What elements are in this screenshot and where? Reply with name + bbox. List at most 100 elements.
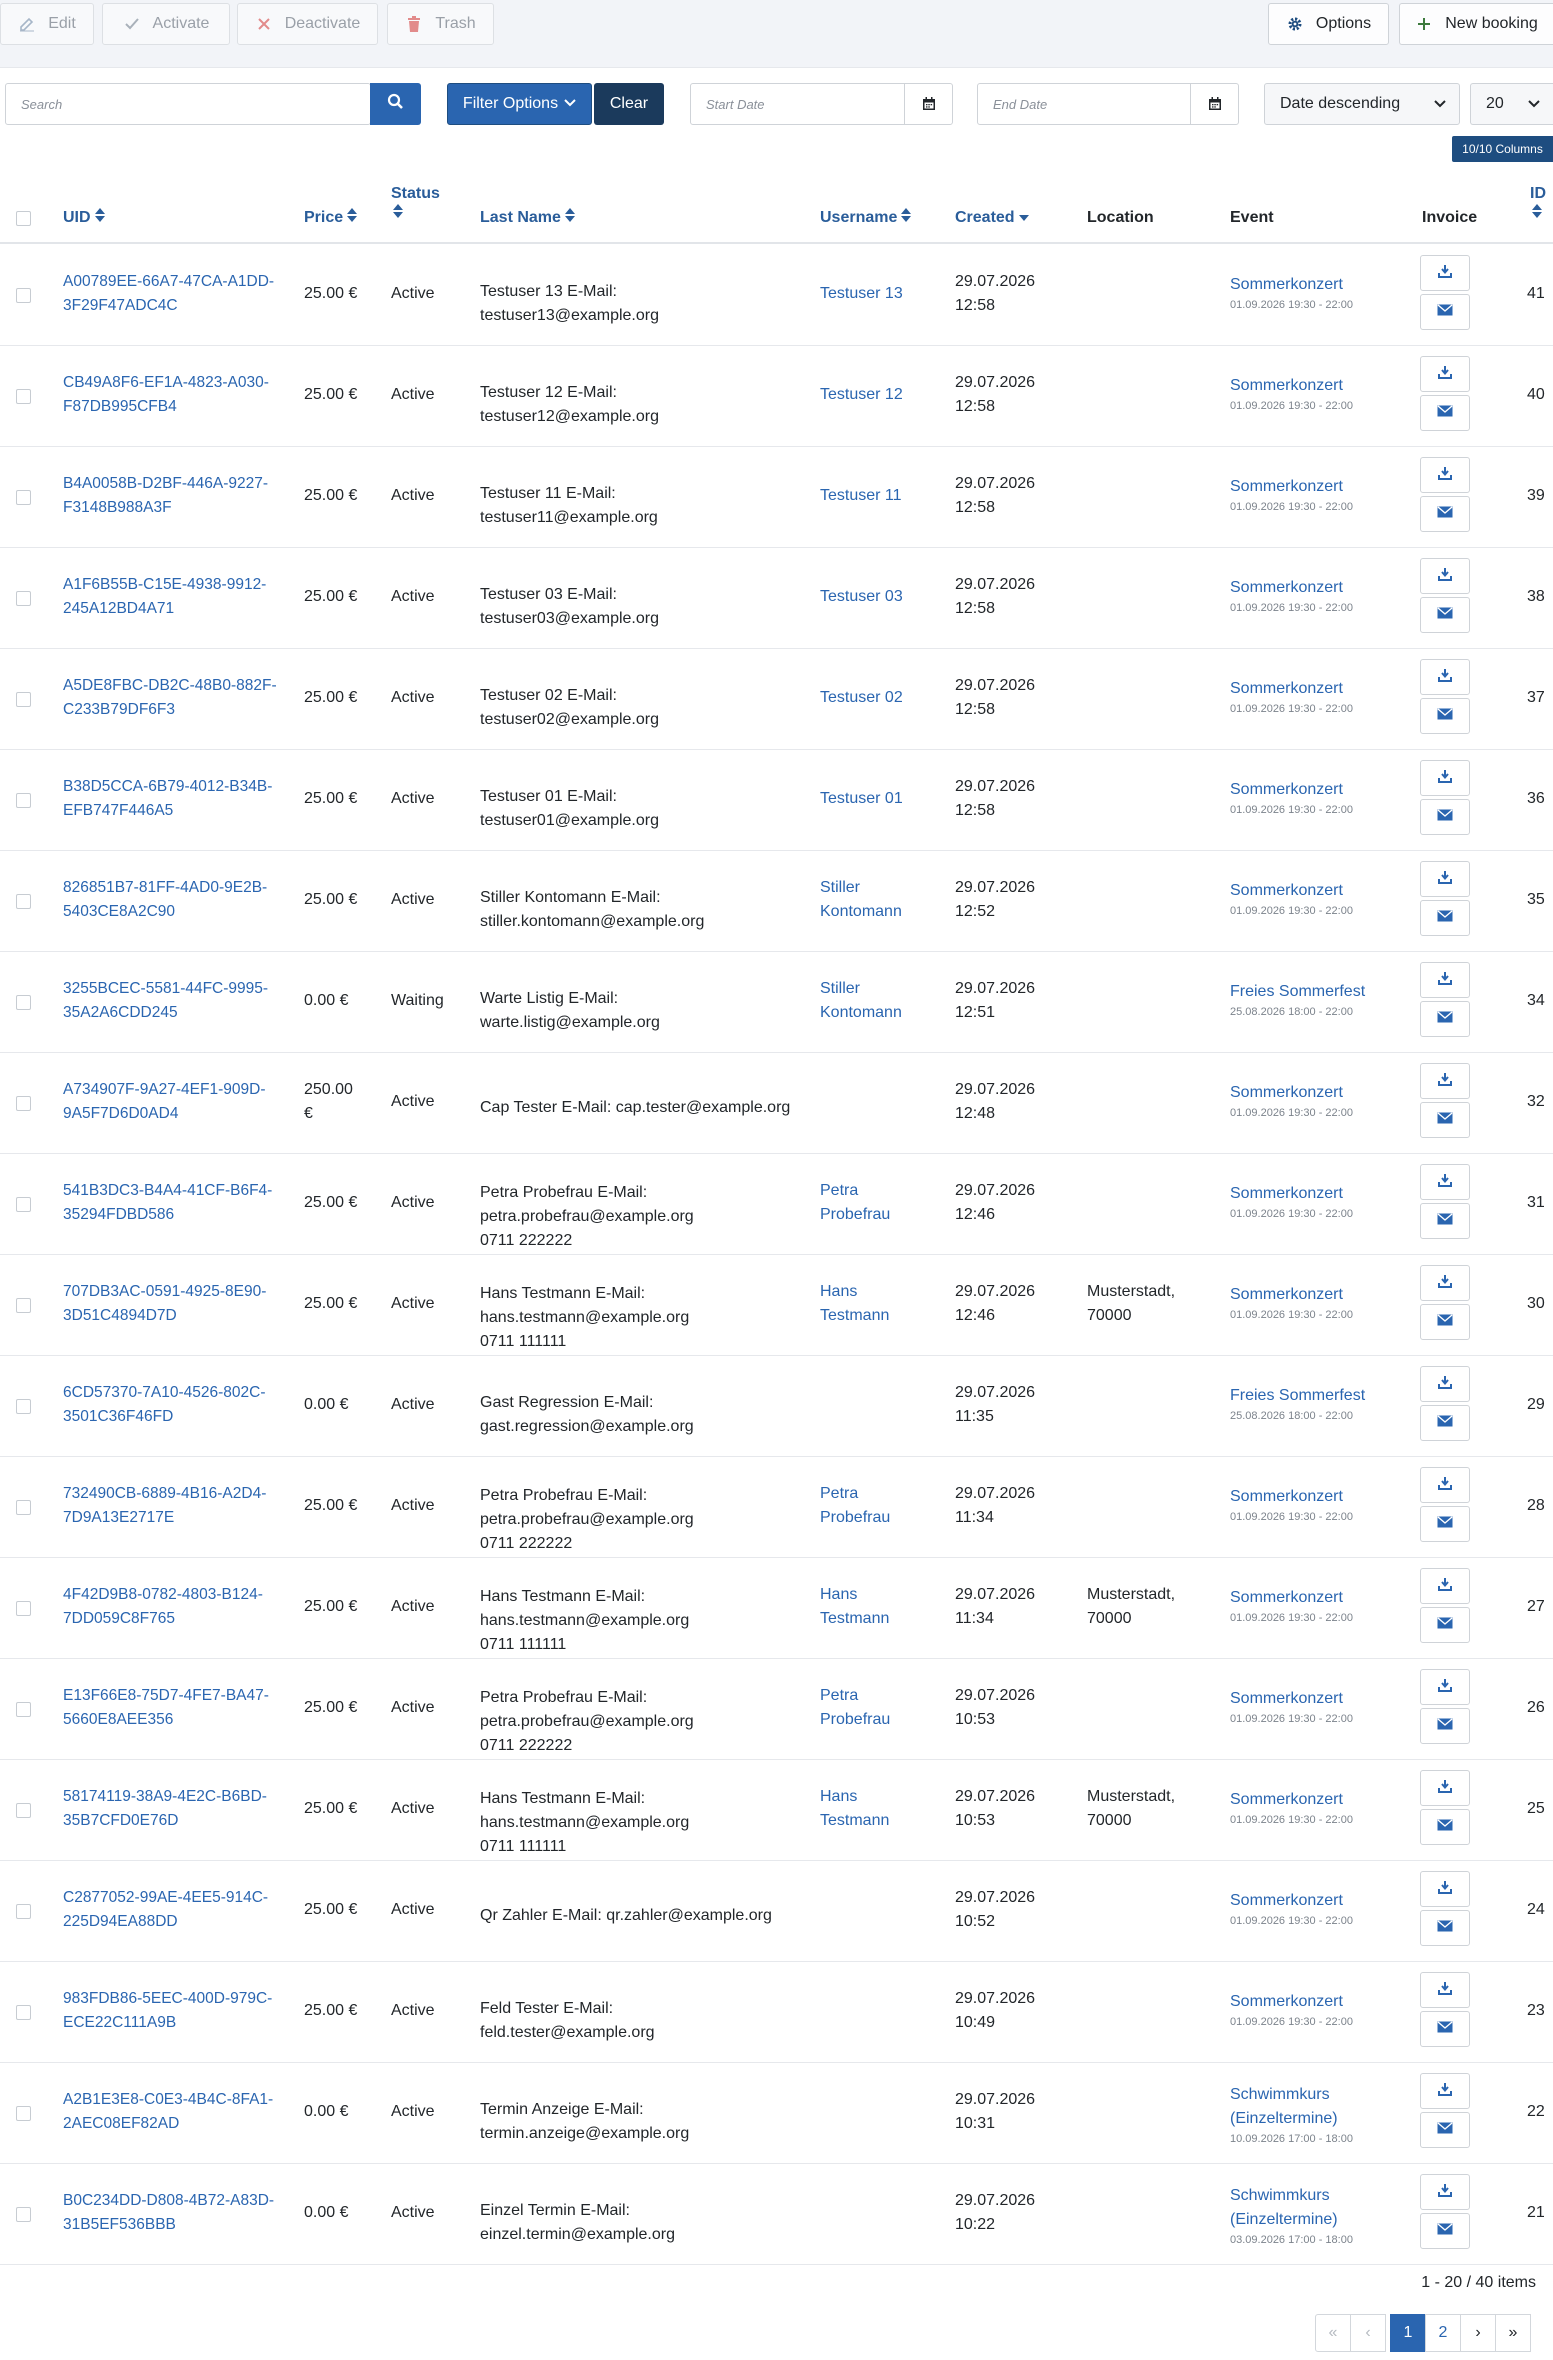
uid-link[interactable]: A734907F-9A27-4EF1-909D- 9A5F7D6D0AD4	[63, 1078, 265, 1126]
event-link[interactable]: Schwimmkurs	[1230, 2083, 1353, 2107]
uid-link[interactable]: 732490CB-6889-4B16-A2D4- 7D9A13E2717E	[63, 1482, 266, 1530]
col-created[interactable]: Created	[955, 208, 1029, 228]
invoice-email-button[interactable]	[1420, 799, 1470, 835]
uid-link[interactable]: 541B3DC3-B4A4-41CF-B6F4- 35294FDBD586	[63, 1179, 272, 1227]
limit-select[interactable]: 20	[1470, 83, 1553, 125]
event-link[interactable]: Schwimmkurs	[1230, 2184, 1353, 2208]
event-link[interactable]: Sommerkonzert	[1230, 677, 1353, 701]
row-checkbox[interactable]	[16, 1298, 31, 1313]
invoice-download-button[interactable]	[1420, 1669, 1470, 1705]
row-checkbox[interactable]	[16, 288, 31, 303]
invoice-download-button[interactable]	[1420, 1366, 1470, 1402]
row-checkbox[interactable]	[16, 1904, 31, 1919]
invoice-download-button[interactable]	[1420, 1265, 1470, 1301]
uid-link[interactable]: E13F66E8-75D7-4FE7-BA47- 5660E8AEE356	[63, 1684, 269, 1732]
invoice-email-button[interactable]	[1420, 1001, 1470, 1037]
invoice-download-button[interactable]	[1420, 659, 1470, 695]
invoice-email-button[interactable]	[1420, 1708, 1470, 1744]
sort-select[interactable]: Date descending	[1264, 83, 1460, 125]
invoice-download-button[interactable]	[1420, 1568, 1470, 1604]
trash-button[interactable]: Trash	[387, 3, 494, 45]
event-link[interactable]: Sommerkonzert	[1230, 1990, 1353, 2014]
edit-button[interactable]: Edit	[0, 3, 94, 45]
activate-button[interactable]: Activate	[102, 3, 230, 45]
row-checkbox[interactable]	[16, 793, 31, 808]
invoice-download-button[interactable]	[1420, 457, 1470, 493]
col-username[interactable]: Username	[820, 208, 912, 228]
col-last-name[interactable]: Last Name	[480, 208, 575, 228]
uid-link[interactable]: C2877052-99AE-4EE5-914C- 225D94EA88DD	[63, 1886, 268, 1934]
username-link[interactable]: Stiller Kontomann	[820, 876, 902, 924]
username-link[interactable]: Petra Probefrau	[820, 1482, 890, 1530]
row-checkbox[interactable]	[16, 490, 31, 505]
uid-link[interactable]: A5DE8FBC-DB2C-48B0-882F- C233B79DF6F3	[63, 674, 277, 722]
username-link[interactable]: Hans Testmann	[820, 1583, 889, 1631]
event-link[interactable]: Sommerkonzert	[1230, 1788, 1353, 1812]
invoice-download-button[interactable]	[1420, 1164, 1470, 1200]
invoice-download-button[interactable]	[1420, 558, 1470, 594]
username-link[interactable]: Testuser 12	[820, 383, 903, 407]
uid-link[interactable]: B0C234DD-D808-4B72-A83D- 31B5EF536BBB	[63, 2189, 274, 2237]
pager-prev-button[interactable]: ‹	[1350, 2314, 1386, 2352]
event-link[interactable]: Sommerkonzert	[1230, 475, 1353, 499]
col-id[interactable]: ID	[1530, 184, 1550, 224]
invoice-email-button[interactable]	[1420, 900, 1470, 936]
row-checkbox[interactable]	[16, 1702, 31, 1717]
invoice-email-button[interactable]	[1420, 597, 1470, 633]
username-link[interactable]: Testuser 03	[820, 585, 903, 609]
event-link[interactable]: Sommerkonzert	[1230, 1283, 1353, 1307]
event-link[interactable]: Freies Sommerfest	[1230, 1384, 1365, 1408]
invoice-email-button[interactable]	[1420, 1607, 1470, 1643]
end-date-field[interactable]: End Date	[977, 83, 1239, 125]
row-checkbox[interactable]	[16, 1399, 31, 1414]
invoice-email-button[interactable]	[1420, 1102, 1470, 1138]
options-button[interactable]: Options	[1268, 3, 1389, 45]
row-checkbox[interactable]	[16, 1803, 31, 1818]
row-checkbox[interactable]	[16, 1500, 31, 1515]
event-link[interactable]: Sommerkonzert	[1230, 1889, 1353, 1913]
event-link[interactable]: Sommerkonzert	[1230, 374, 1353, 398]
invoice-download-button[interactable]	[1420, 1467, 1470, 1503]
uid-link[interactable]: B4A0058B-D2BF-446A-9227- F3148B988A3F	[63, 472, 268, 520]
clear-button[interactable]: Clear	[594, 83, 664, 125]
row-checkbox[interactable]	[16, 995, 31, 1010]
uid-link[interactable]: 707DB3AC-0591-4925-8E90- 3D51C4894D7D	[63, 1280, 266, 1328]
col-price[interactable]: Price	[304, 208, 358, 228]
uid-link[interactable]: 4F42D9B8-0782-4803-B124- 7DD059C8F765	[63, 1583, 263, 1631]
col-status[interactable]: Status	[391, 184, 451, 224]
username-link[interactable]: Testuser 01	[820, 787, 903, 811]
invoice-email-button[interactable]	[1420, 294, 1470, 330]
username-link[interactable]: Hans Testmann	[820, 1280, 889, 1328]
event-link[interactable]: Sommerkonzert	[1230, 1687, 1353, 1711]
pager-next-button[interactable]: ›	[1460, 2314, 1496, 2352]
event-link-line-2[interactable]: (Einzeltermine)	[1230, 2107, 1353, 2131]
row-checkbox[interactable]	[16, 389, 31, 404]
uid-link[interactable]: 3255BCEC-5581-44FC-9995- 35A2A6CDD245	[63, 977, 268, 1025]
calendar-icon[interactable]	[904, 84, 952, 124]
invoice-email-button[interactable]	[1420, 2112, 1470, 2148]
uid-link[interactable]: 6CD57370-7A10-4526-802C- 3501C36F46FD	[63, 1381, 266, 1429]
event-link[interactable]: Sommerkonzert	[1230, 576, 1353, 600]
row-checkbox[interactable]	[16, 2207, 31, 2222]
username-link[interactable]: Petra Probefrau	[820, 1179, 890, 1227]
event-link[interactable]: Sommerkonzert	[1230, 778, 1353, 802]
uid-link[interactable]: 58174119-38A9-4E2C-B6BD- 35B7CFD0E76D	[63, 1785, 267, 1833]
row-checkbox[interactable]	[16, 2106, 31, 2121]
event-link[interactable]: Sommerkonzert	[1230, 1182, 1353, 1206]
event-link[interactable]: Sommerkonzert	[1230, 1485, 1353, 1509]
invoice-email-button[interactable]	[1420, 2213, 1470, 2249]
pager-page-2[interactable]: 2	[1425, 2314, 1461, 2352]
uid-link[interactable]: B38D5CCA-6B79-4012-B34B- EFB747F446A5	[63, 775, 272, 823]
uid-link[interactable]: A1F6B55B-C15E-4938-9912- 245A12BD4A71	[63, 573, 266, 621]
invoice-email-button[interactable]	[1420, 1809, 1470, 1845]
username-link[interactable]: Testuser 13	[820, 282, 903, 306]
deactivate-button[interactable]: Deactivate	[237, 3, 378, 45]
pager-first-button[interactable]: «	[1315, 2314, 1351, 2352]
invoice-email-button[interactable]	[1420, 1203, 1470, 1239]
invoice-download-button[interactable]	[1420, 255, 1470, 291]
new-booking-button[interactable]: New booking	[1399, 3, 1553, 45]
invoice-download-button[interactable]	[1420, 1063, 1470, 1099]
invoice-email-button[interactable]	[1420, 1506, 1470, 1542]
username-link[interactable]: Petra Probefrau	[820, 1684, 890, 1732]
event-link[interactable]: Sommerkonzert	[1230, 879, 1353, 903]
